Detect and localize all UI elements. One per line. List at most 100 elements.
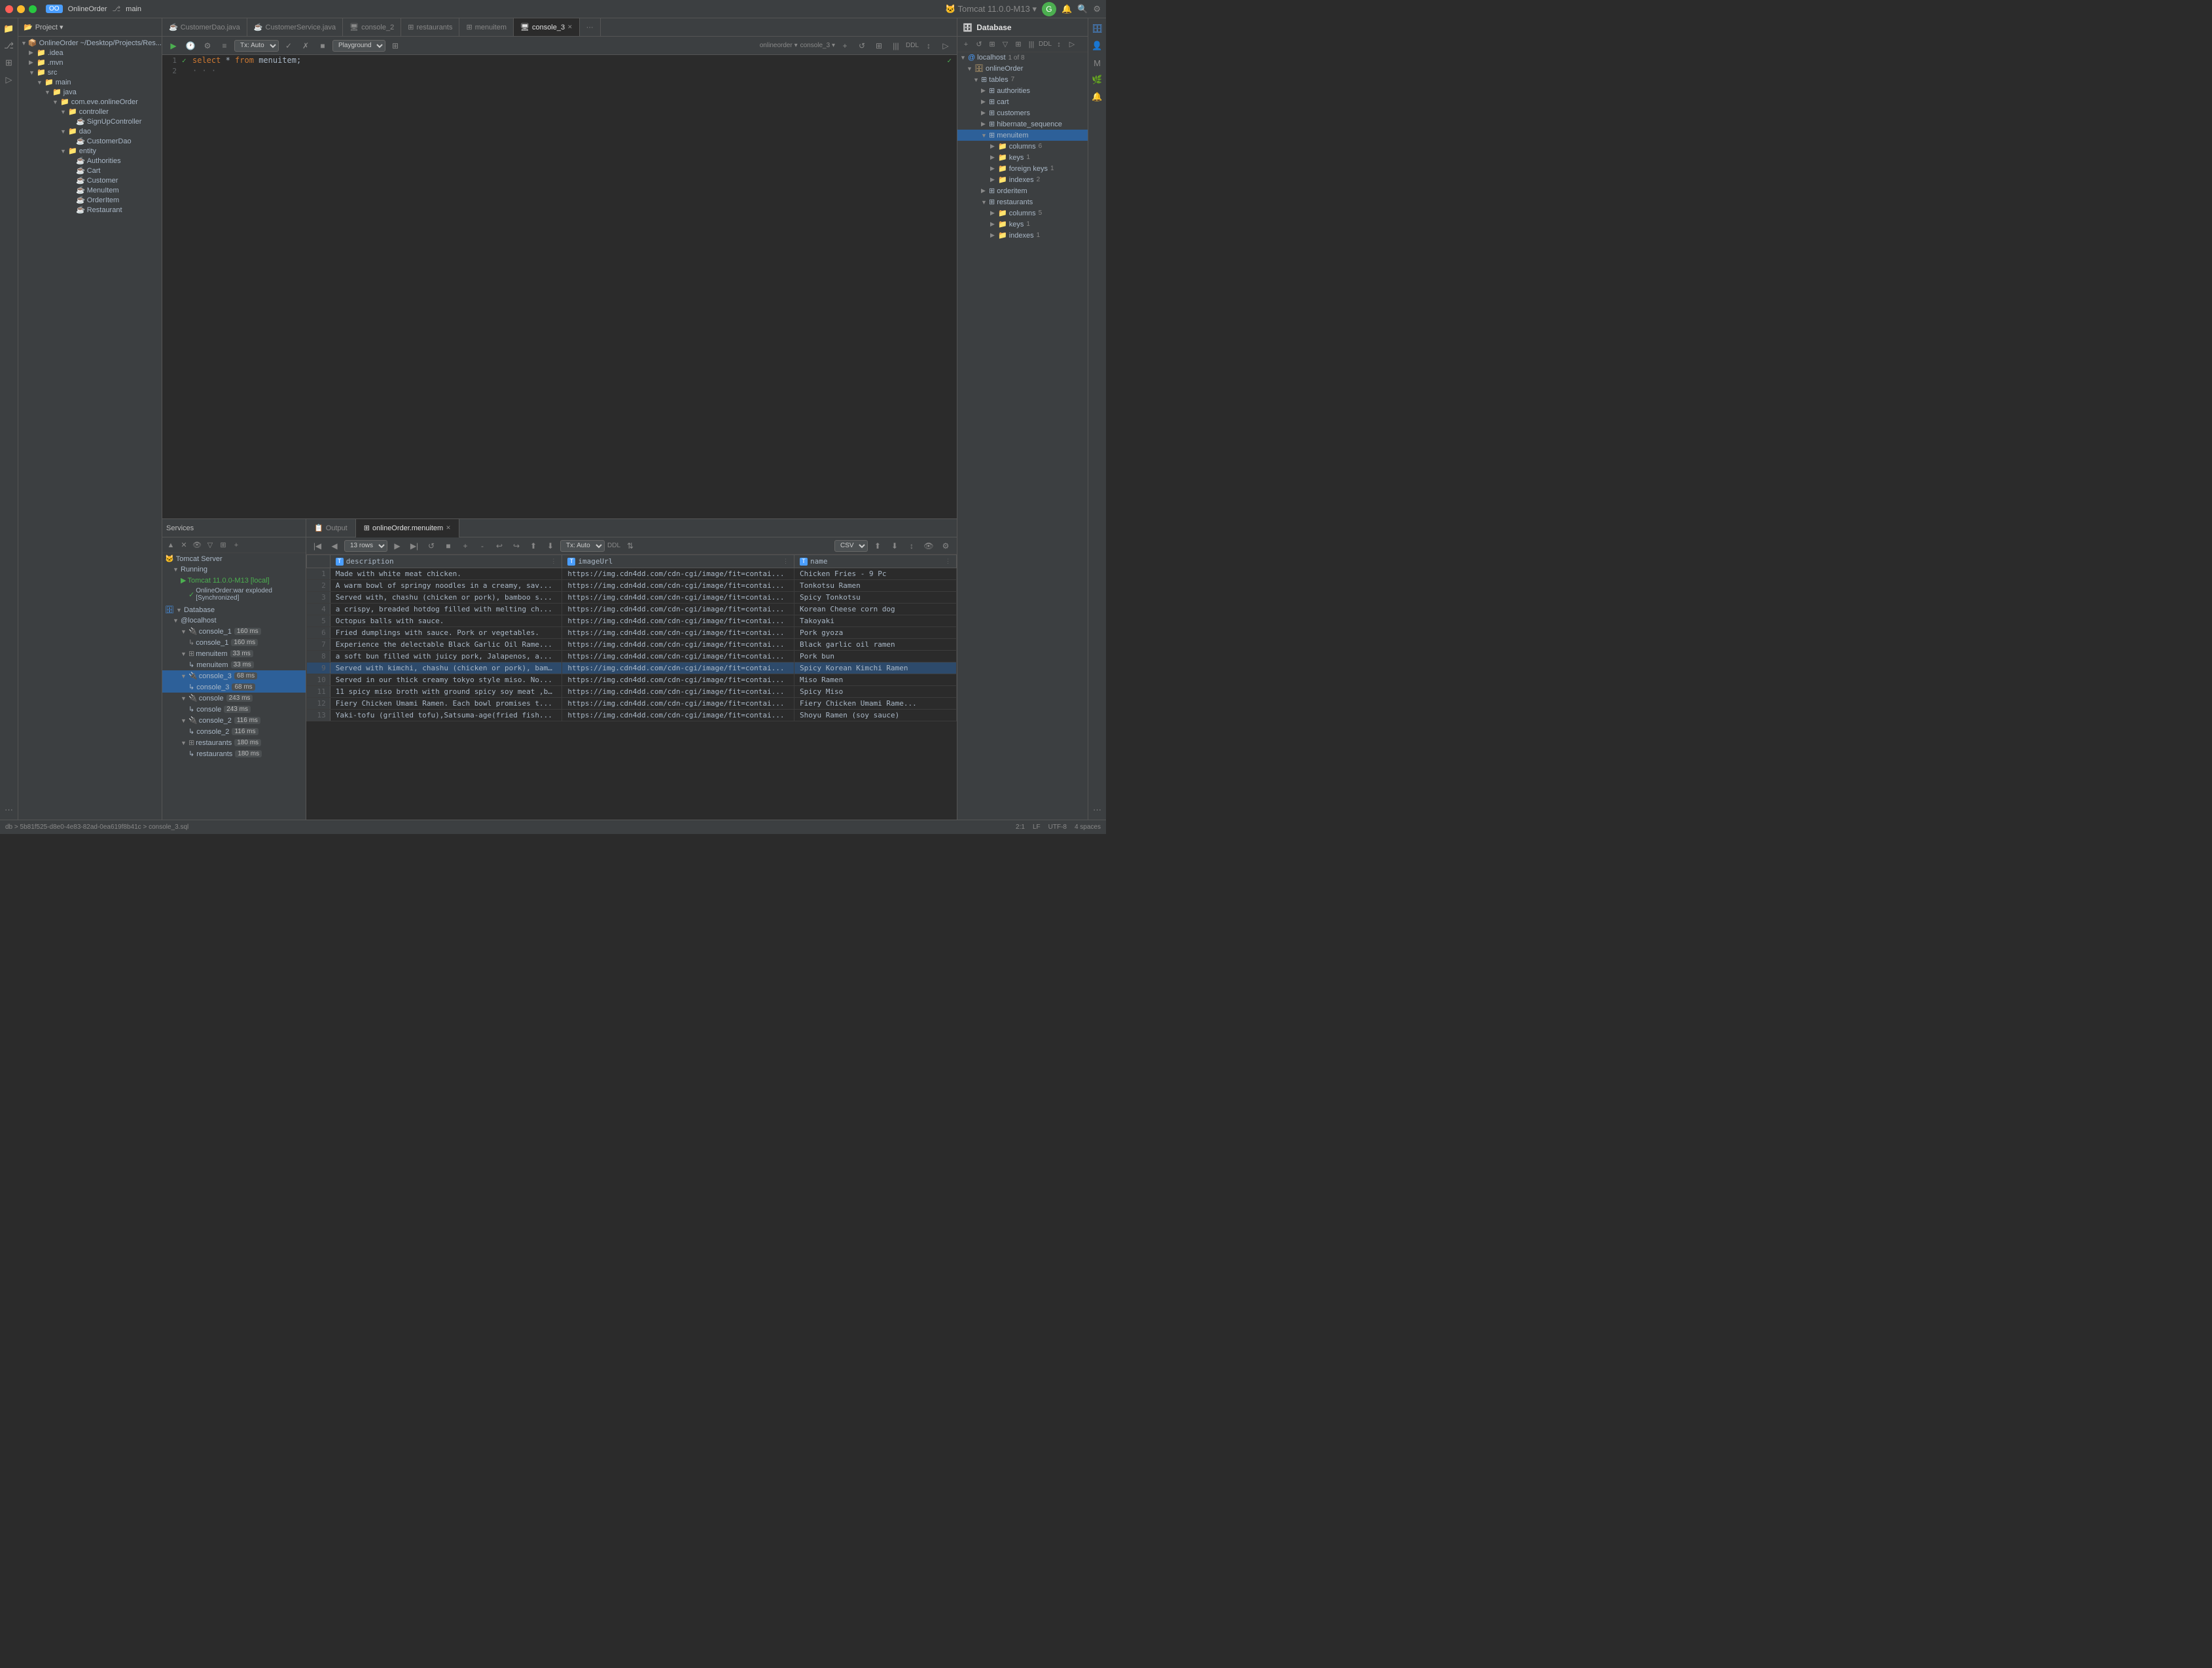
redo-btn[interactable]: ↪: [509, 539, 524, 553]
cell-name[interactable]: Korean Cheese corn dog: [794, 604, 956, 615]
db-customers[interactable]: ▶ ⊞ customers: [957, 107, 1088, 118]
cell-name[interactable]: Shoyu Ramen (soy sauce): [794, 710, 956, 721]
col-name[interactable]: T name ⋮: [794, 555, 956, 568]
cell-description[interactable]: Fried dumplings with sauce. Pork or vege…: [330, 627, 562, 639]
table-row[interactable]: 4 a crispy, breaded hotdog filled with m…: [307, 604, 957, 615]
notification-icon[interactable]: 🔔: [1061, 4, 1072, 14]
cell-imageurl[interactable]: https://img.cdn4dd.com/cdn-cgi/image/fit…: [562, 639, 794, 651]
cell-imageurl[interactable]: https://img.cdn4dd.com/cdn-cgi/image/fit…: [562, 686, 794, 698]
tree-menuitem[interactable]: ☕ MenuItem: [18, 185, 162, 195]
tree-orderitem[interactable]: ☕ OrderItem: [18, 195, 162, 205]
export-btn[interactable]: ⬆: [870, 539, 885, 553]
db-expand-btn[interactable]: ↕: [1053, 39, 1065, 50]
settings-data-btn[interactable]: ⚙: [938, 539, 953, 553]
cell-description[interactable]: Experience the delectable Black Garlic O…: [330, 639, 562, 651]
cell-imageurl[interactable]: https://img.cdn4dd.com/cdn-cgi/image/fit…: [562, 651, 794, 662]
tab-table-data[interactable]: ⊞ onlineOrder.menuitem ✕: [356, 519, 459, 537]
svc-add[interactable]: ⊞: [217, 539, 229, 551]
svc-menuitem-child[interactable]: ↳ menuitem 33 ms: [162, 659, 306, 670]
contacts-icon[interactable]: 👤: [1090, 38, 1105, 54]
db-tables[interactable]: ▼ ⊞ tables 7: [957, 74, 1088, 85]
tab-console3[interactable]: 🖥 console_3 ✕: [514, 18, 580, 37]
db-restaurants-indexes[interactable]: ▶ 📁 indexes 1: [957, 230, 1088, 241]
db-table-btn[interactable]: ⊞: [1012, 39, 1024, 50]
cell-imageurl[interactable]: https://img.cdn4dd.com/cdn-cgi/image/fit…: [562, 592, 794, 604]
status-line-ending[interactable]: LF: [1033, 824, 1041, 831]
rollback-btn[interactable]: ✗: [298, 39, 313, 52]
expand-data-btn[interactable]: ↕: [904, 539, 919, 553]
table-row[interactable]: 3 Served with, chashu (chicken or pork),…: [307, 592, 957, 604]
db-localhost[interactable]: ▼ @ localhost 1 of 8: [957, 52, 1088, 63]
db-authorities[interactable]: ▶ ⊞ authorities: [957, 85, 1088, 96]
svc-running[interactable]: ▼ Running: [162, 564, 306, 575]
cell-name[interactable]: Chicken Fries - 9 Pc: [794, 568, 956, 580]
cell-description[interactable]: Fiery Chicken Umami Ramen. Each bowl pro…: [330, 698, 562, 710]
playground-select[interactable]: Playground: [332, 40, 385, 52]
cell-description[interactable]: A warm bowl of springy noodles in a crea…: [330, 580, 562, 592]
more-tools-icon[interactable]: ···: [1, 801, 17, 817]
tree-cart[interactable]: ☕ Cart: [18, 166, 162, 175]
table-row[interactable]: 5 Octopus balls with sauce. https://img.…: [307, 615, 957, 627]
db-onlineorder[interactable]: ▼ 🗄 onlineOrder: [957, 63, 1088, 74]
columns-btn[interactable]: |||: [889, 39, 903, 52]
svc-up[interactable]: ▲: [165, 539, 177, 551]
cell-description[interactable]: a crispy, breaded hotdog filled with mel…: [330, 604, 562, 615]
svc-console1-child[interactable]: ↳ console_1 160 ms: [162, 637, 306, 648]
db-menuitem[interactable]: ▼ ⊞ menuitem: [957, 130, 1088, 141]
table-row[interactable]: 13 Yaki-tofu (grilled tofu),Satsuma-age(…: [307, 710, 957, 721]
tree-mvn[interactable]: ▶ 📁 .mvn: [18, 58, 162, 67]
tab-output[interactable]: 📋 Output: [306, 519, 356, 537]
status-encoding[interactable]: UTF-8: [1048, 824, 1067, 831]
cell-imageurl[interactable]: https://img.cdn4dd.com/cdn-cgi/image/fit…: [562, 580, 794, 592]
more-icon[interactable]: ⚙: [1093, 4, 1101, 14]
cell-imageurl[interactable]: https://img.cdn4dd.com/cdn-cgi/image/fit…: [562, 698, 794, 710]
svc-close[interactable]: ✕: [178, 539, 190, 551]
tab-customerservice[interactable]: ☕ CustomerService.java: [247, 18, 343, 37]
first-btn[interactable]: |◀: [310, 539, 325, 553]
more-btn[interactable]: ▷: [938, 39, 953, 52]
table-row[interactable]: 2 A warm bowl of springy noodles in a cr…: [307, 580, 957, 592]
svc-console3-child[interactable]: ↳ console_3 68 ms: [162, 681, 306, 693]
table-row[interactable]: 9 Served with kimchi, chashu (chicken or…: [307, 662, 957, 674]
db-restaurants-keys[interactable]: ▶ 📁 keys 1: [957, 219, 1088, 230]
svc-restaurants-parent[interactable]: ▼ ⊞ restaurants 180 ms: [162, 737, 306, 748]
tab-restaurants[interactable]: ⊞ restaurants: [401, 18, 459, 37]
run-button[interactable]: ▶: [166, 39, 181, 52]
svc-console2-child[interactable]: ↳ console_2 116 ms: [162, 726, 306, 737]
tree-restaurant[interactable]: ☕ Restaurant: [18, 205, 162, 215]
ddl-btn[interactable]: DDL: [906, 42, 919, 49]
more-right-icon[interactable]: ···: [1090, 801, 1105, 817]
col-description[interactable]: T description ⋮: [330, 555, 562, 568]
cell-name[interactable]: Takoyaki: [794, 615, 956, 627]
close-button[interactable]: [5, 5, 13, 13]
submit-btn[interactable]: ⬆: [526, 539, 541, 553]
table-row[interactable]: 7 Experience the delectable Black Garlic…: [307, 639, 957, 651]
tree-src[interactable]: ▼ 📁 src: [18, 67, 162, 77]
table-row[interactable]: 12 Fiery Chicken Umami Ramen. Each bowl …: [307, 698, 957, 710]
tree-customer[interactable]: ☕ Customer: [18, 175, 162, 185]
stop-btn[interactable]: ■: [315, 39, 330, 52]
table-row[interactable]: 1 Made with white meat chicken. https://…: [307, 568, 957, 580]
tx-select[interactable]: Tx: Auto: [234, 40, 279, 52]
cell-name[interactable]: Spicy Korean Kimchi Ramen: [794, 662, 956, 674]
tab-menuitem[interactable]: ⊞ menuitem: [459, 18, 514, 37]
history-button[interactable]: 🕐: [183, 39, 198, 52]
svc-console-parent[interactable]: ▼ 🔌 console 243 ms: [162, 693, 306, 704]
svc-console1-parent[interactable]: ▼ 🔌 console_1 160 ms: [162, 626, 306, 637]
db-schema-btn[interactable]: ⊞: [986, 39, 998, 50]
tree-idea[interactable]: ▶ 📁 .idea: [18, 48, 162, 58]
cell-name[interactable]: Pork gyoza: [794, 627, 956, 639]
next-btn[interactable]: ▶: [390, 539, 404, 553]
cell-description[interactable]: Served with, chashu (chicken or pork), b…: [330, 592, 562, 604]
git-icon[interactable]: ⎇: [1, 38, 17, 54]
svc-console-child[interactable]: ↳ console 243 ms: [162, 704, 306, 715]
db-add-btn[interactable]: +: [960, 39, 972, 50]
cell-name[interactable]: Spicy Tonkotsu: [794, 592, 956, 604]
db-ddl-btn[interactable]: DDL: [1039, 41, 1052, 48]
cell-description[interactable]: Yaki-tofu (grilled tofu),Satsuma-age(fri…: [330, 710, 562, 721]
settings-button[interactable]: ⚙: [200, 39, 215, 52]
svc-console2-parent[interactable]: ▼ 🔌 console_2 116 ms: [162, 715, 306, 726]
notifications-icon[interactable]: 🔔: [1090, 89, 1105, 105]
db-more-btn[interactable]: ▷: [1066, 39, 1078, 50]
cell-description[interactable]: 11 spicy miso broth with ground spicy so…: [330, 686, 562, 698]
